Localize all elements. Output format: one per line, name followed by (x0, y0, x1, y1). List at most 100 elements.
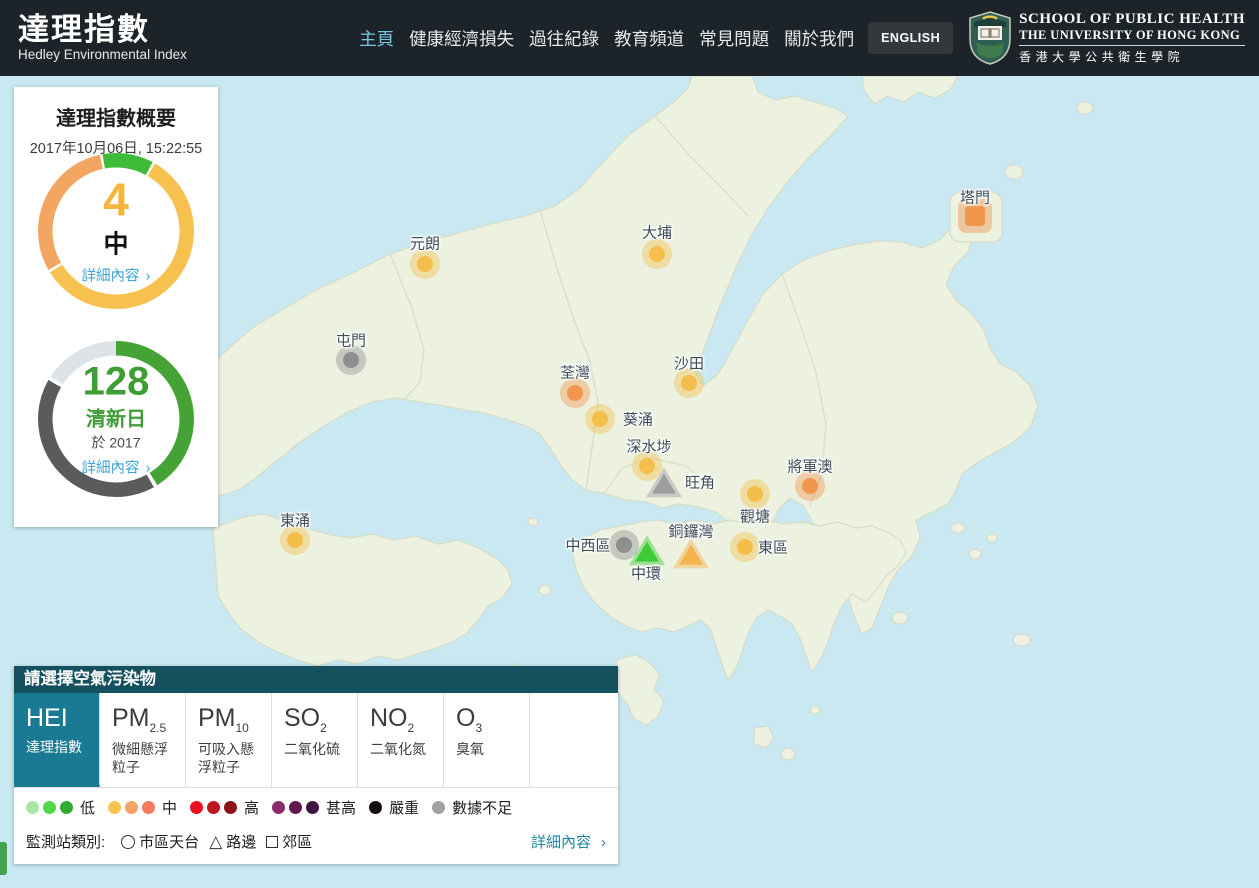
pollutant-name: 二氧化氮 (370, 741, 443, 759)
clean-days-label: 清新日 (86, 402, 146, 431)
map-island (539, 585, 551, 595)
pollutant-tab-HEI[interactable]: HEI達理指數 (14, 693, 100, 787)
triangle-marker (679, 545, 703, 565)
legend-label: 高 (244, 797, 259, 818)
circle-marker (287, 532, 303, 548)
map-island (781, 748, 795, 760)
circle-symbol-icon (121, 835, 135, 849)
circle-marker (747, 486, 763, 502)
station-label-東涌: 東涌 (280, 510, 310, 531)
nav-item-健康經濟損失[interactable]: 健康經濟損失 (409, 26, 514, 51)
pollutant-code: HEI (26, 705, 99, 733)
legend-details-link[interactable]: 詳細內容› (531, 831, 606, 852)
map-island (528, 518, 538, 526)
station-label-深水埗: 深水埗 (626, 436, 671, 457)
map-island (951, 523, 965, 533)
pollutant-tab-PM2.5[interactable]: PM2.5微細懸浮粒子 (100, 693, 186, 787)
legend-dot (289, 801, 302, 814)
station-label-大埔: 大埔 (642, 222, 672, 243)
map-island (892, 612, 908, 624)
pollutant-tab-O3[interactable]: O3臭氧 (444, 693, 530, 787)
site-logo[interactable]: 達理指數 Hedley Environmental Index (18, 14, 187, 63)
chevron-right-icon: › (601, 834, 606, 851)
station-label-荃灣: 荃灣 (560, 362, 590, 383)
hku-crest-icon (969, 11, 1011, 65)
station-label-塔門: 塔門 (960, 187, 990, 208)
station-label-觀塘: 觀塘 (740, 506, 770, 527)
circle-marker (343, 352, 359, 368)
map-island (969, 549, 981, 559)
legend-group-數據不足: 數據不足 (432, 797, 512, 818)
nav-item-常見問題[interactable]: 常見問題 (699, 26, 769, 51)
pollutant-tab-SO2[interactable]: SO2二氧化硫 (272, 693, 358, 787)
triangle-symbol-icon: △ (209, 835, 222, 849)
legend-label: 低 (80, 797, 95, 818)
square-symbol-icon (266, 836, 278, 848)
station-label-中環: 中環 (631, 563, 661, 584)
legend-label: 嚴重 (389, 797, 419, 818)
circle-marker (417, 256, 433, 272)
station-type-items: 市區天台 △ 路邊 郊區 (121, 831, 322, 852)
site-logo-title: 達理指數 (18, 14, 187, 47)
legend-dot (224, 801, 237, 814)
nav-item-過往紀錄[interactable]: 過往紀錄 (529, 26, 599, 51)
legend-dot (432, 801, 445, 814)
legend-dot (142, 801, 155, 814)
map-island (1077, 102, 1093, 114)
top-navigation-bar: 達理指數 Hedley Environmental Index 主頁健康經濟損失… (0, 0, 1259, 76)
station-type-text: 路邊 (226, 831, 256, 852)
summary-card-title: 達理指數概要 (14, 102, 218, 131)
square-marker (965, 206, 985, 226)
pollutant-name: 臭氧 (456, 741, 529, 759)
legend-area: 低中高甚高嚴重數據不足 監測站類別: 市區天台△路邊郊區 詳細內容› (14, 788, 618, 864)
tabs-spacer (530, 693, 618, 787)
hei-gauge: 4 中 詳細內容› (38, 153, 194, 309)
circle-outline (121, 835, 135, 849)
legend-dot (43, 801, 56, 814)
feedback-side-tab[interactable] (0, 842, 7, 875)
station-label-旺角: 旺角 (685, 472, 715, 493)
legend-group-高: 高 (190, 797, 259, 818)
legend-group-甚高: 甚高 (272, 797, 356, 818)
legend-dot (60, 801, 73, 814)
nav-item-教育頻道[interactable]: 教育頻道 (614, 26, 684, 51)
station-label-葵涌: 葵涌 (623, 409, 653, 430)
clean-days-value: 128 (83, 361, 150, 401)
square-outline (266, 836, 278, 848)
pollutant-name: 微細懸浮粒子 (112, 741, 185, 776)
clean-days-details-link[interactable]: 詳細內容› (82, 456, 151, 477)
legend-dot (190, 801, 203, 814)
pollutant-code: SO2 (284, 705, 357, 735)
legend-dot (207, 801, 220, 814)
station-type-text: 郊區 (282, 831, 312, 852)
legend-dot (108, 801, 121, 814)
circle-marker (649, 246, 665, 262)
main-nav: 主頁健康經濟損失過往紀錄教育頻道常見問題關於我們 (359, 26, 854, 51)
chevron-right-icon: › (146, 268, 151, 285)
legend-group-嚴重: 嚴重 (369, 797, 419, 818)
site-logo-subtitle: Hedley Environmental Index (18, 47, 187, 62)
station-label-東區: 東區 (758, 537, 788, 558)
nav-item-關於我們[interactable]: 關於我們 (784, 26, 854, 51)
pollutant-name: 可吸入懸浮粒子 (198, 741, 271, 776)
pollutant-tab-PM10[interactable]: PM10可吸入懸浮粒子 (186, 693, 272, 787)
station-type-郊區: 郊區 (266, 831, 312, 852)
circle-marker (592, 411, 608, 427)
chevron-right-icon: › (146, 459, 151, 476)
clean-days-year: 於 2017 (91, 432, 140, 452)
pollutant-code: NO2 (370, 705, 443, 735)
circle-marker (737, 539, 753, 555)
clean-days-gauge: 128 清新日 於 2017 詳細內容› (38, 341, 194, 497)
legend-group-中: 中 (108, 797, 177, 818)
english-language-button[interactable]: ENGLISH (868, 22, 953, 54)
map-island (1013, 634, 1031, 646)
hei-details-link[interactable]: 詳細內容› (82, 265, 151, 286)
hku-line1: SCHOOL OF PUBLIC HEALTH (1019, 11, 1245, 28)
nav-item-主頁[interactable]: 主頁 (359, 26, 394, 51)
pollutant-tabs: HEI達理指數PM2.5微細懸浮粒子PM10可吸入懸浮粒子SO2二氧化硫 NO2 二… (14, 693, 618, 788)
hku-logo-block[interactable]: SCHOOL OF PUBLIC HEALTH THE UNIVERSITY O… (969, 11, 1245, 65)
triangle-marker (652, 474, 676, 494)
pollutant-tab-NO2[interactable]: NO2 二氧化氮 (358, 693, 444, 787)
pollutant-panel-title: 請選擇空氣污染物 (14, 666, 618, 693)
station-type-市區天台: 市區天台 (121, 831, 199, 852)
